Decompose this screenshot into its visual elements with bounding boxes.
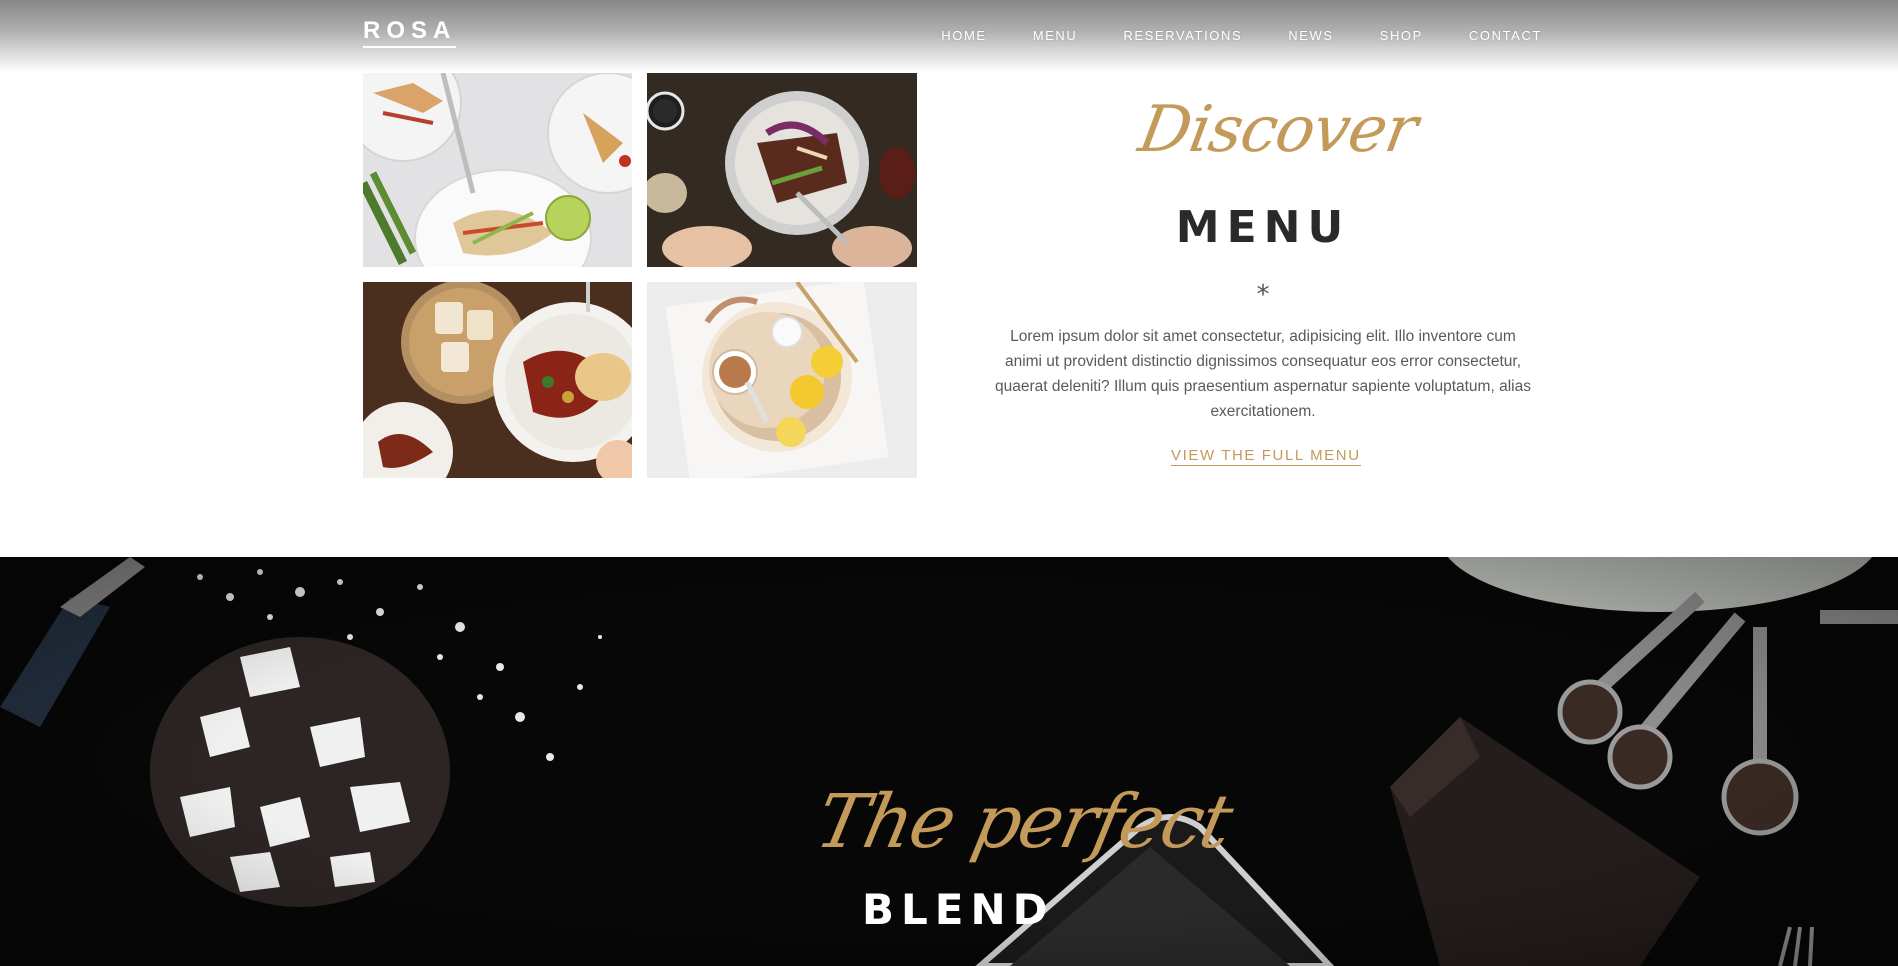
food-photo-noodle-salad (363, 73, 632, 267)
nav-menu[interactable]: MENU (1033, 28, 1078, 43)
nav-news[interactable]: NEWS (1288, 28, 1333, 43)
nav-contact[interactable]: CONTACT (1469, 28, 1542, 43)
discover-script-title: Discover (1133, 93, 1423, 167)
logo[interactable]: ROSA (363, 18, 457, 48)
nav-reservations[interactable]: RESERVATIONS (1123, 28, 1242, 43)
food-photo-dessert-tray (647, 282, 917, 478)
site-header: ROSA HOME MENU RESERVATIONS NEWS SHOP CO… (0, 0, 1898, 72)
main-nav: HOME MENU RESERVATIONS NEWS SHOP CONTACT (895, 28, 1542, 43)
food-photo-stew-plates (363, 282, 632, 478)
divider-asterisk: * (1256, 280, 1270, 310)
perfect-script-title: The perfect (808, 779, 1239, 865)
blend-heading: BLEND (862, 885, 1055, 934)
nav-shop[interactable]: SHOP (1380, 28, 1423, 43)
view-full-menu-link[interactable]: VIEW THE FULL MENU (1171, 447, 1361, 466)
food-photo-beef-bowl (647, 73, 917, 267)
nav-home[interactable]: HOME (941, 28, 986, 43)
menu-heading: MENU (1175, 202, 1351, 253)
menu-description: Lorem ipsum dolor sit amet consectetur, … (995, 328, 1531, 420)
